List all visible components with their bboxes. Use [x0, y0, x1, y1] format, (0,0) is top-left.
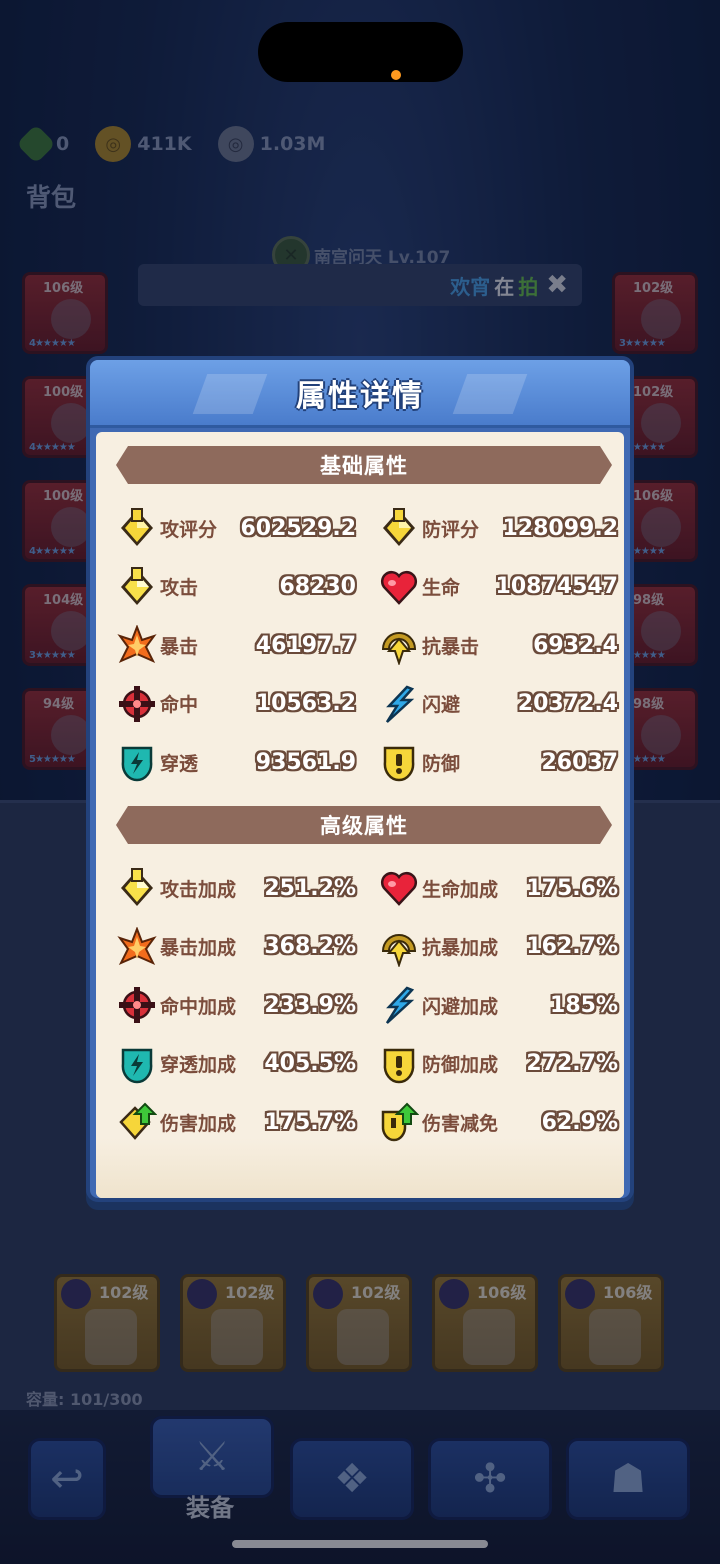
attack-icon [116, 867, 158, 909]
stat-name: 生命加成 [422, 878, 499, 901]
penetration-icon [116, 741, 158, 783]
stat-name: 攻击 [160, 577, 199, 599]
basic-attributes-title: 基础属性 [320, 454, 408, 478]
basic-stat-row: 闪避 20372.4 [378, 680, 618, 728]
stat-value: 405.5% [264, 1051, 356, 1076]
basic-stat-row: 抗暴击 6932.4 [378, 621, 618, 669]
stat-value: 368.2% [264, 934, 356, 959]
crit-resist-icon [378, 624, 420, 666]
basic-attributes-banner: 基础属性 [116, 446, 612, 484]
dodge-icon [378, 683, 420, 725]
basic-stat-row: 防评分 128099.2 [378, 504, 618, 552]
stat-value: 93561.9 [255, 749, 356, 775]
stat-name: 穿透 [160, 752, 199, 775]
advanced-stat-row: 抗暴加成 162.7% [378, 923, 618, 971]
stat-name: 抗暴加成 [422, 937, 499, 959]
advanced-stat-row: 命中加成 233.9% [116, 981, 356, 1029]
stat-value: 62.9% [541, 1109, 618, 1135]
header-decoration [192, 374, 268, 414]
heart-icon [378, 867, 420, 909]
stat-name: 暴击 [160, 635, 199, 658]
stat-value: 251.2% [264, 875, 356, 901]
modal-header: 属性详情 [90, 360, 630, 428]
stat-name: 暴击加成 [160, 937, 237, 959]
stat-name: 防评分 [422, 518, 480, 541]
stat-value: 128099.2 [502, 515, 618, 541]
stat-value: 185% [550, 992, 618, 1018]
stat-name: 闪避加成 [422, 995, 499, 1018]
stat-value: 175.6% [526, 875, 618, 901]
stat-value: 272.7% [526, 1051, 618, 1076]
stat-name: 抗暴击 [422, 635, 480, 658]
stat-name: 穿透加成 [160, 1054, 237, 1076]
advanced-stat-row: 防御加成 272.7% [378, 1040, 618, 1088]
basic-stat-row: 攻击 68230 [116, 563, 356, 611]
crit-icon [116, 624, 158, 666]
basic-stat-row: 命中 10563.2 [116, 680, 356, 728]
attribute-details-modal: 属性详情 基础属性 攻评分 602529.2 防评分 128099.2 攻击 68230 生… [86, 356, 634, 1202]
advanced-attributes-title: 高级属性 [320, 814, 408, 838]
penetration-icon [116, 1043, 158, 1085]
heart-icon [378, 566, 420, 608]
attack-icon [116, 566, 158, 608]
hit-icon [116, 683, 158, 725]
modal-title: 属性详情 [296, 378, 424, 414]
dynamic-island [258, 22, 463, 82]
stat-value: 68230 [279, 574, 356, 599]
defense-icon [378, 741, 420, 783]
stat-name: 命中 [160, 694, 199, 716]
basic-stat-row: 穿透 93561.9 [116, 738, 356, 786]
modal-body: 基础属性 攻评分 602529.2 防评分 128099.2 攻击 68230 生命 1087… [96, 432, 624, 1198]
stat-value: 162.7% [526, 934, 618, 959]
stat-name: 攻击加成 [160, 878, 237, 901]
stat-value: 10874547 [495, 574, 618, 599]
stat-name: 命中加成 [160, 995, 237, 1018]
stat-value: 46197.7 [255, 632, 356, 658]
advanced-attributes-banner: 高级属性 [116, 806, 612, 844]
stat-name: 防御 [422, 752, 461, 775]
basic-stat-row: 暴击 46197.7 [116, 621, 356, 669]
stat-value: 175.7% [264, 1109, 356, 1135]
damage-reduction-icon [378, 1101, 420, 1143]
advanced-stat-row: 闪避加成 185% [378, 981, 618, 1029]
stat-value: 20372.4 [517, 691, 618, 716]
basic-stat-row: 防御 26037 [378, 738, 618, 786]
stat-name: 伤害加成 [160, 1112, 237, 1135]
header-decoration [452, 374, 528, 414]
body-footer-decoration [96, 1138, 624, 1198]
damage-bonus-icon [116, 1101, 158, 1143]
attack-score-icon [116, 507, 158, 549]
crit-resist-icon [378, 926, 420, 968]
advanced-stat-row: 攻击加成 251.2% [116, 864, 356, 912]
stat-value: 602529.2 [240, 515, 356, 541]
defense-score-icon [378, 507, 420, 549]
stat-value: 6932.4 [533, 632, 618, 658]
stat-name: 攻评分 [160, 518, 218, 541]
stat-value: 26037 [541, 749, 618, 775]
stat-name: 防御加成 [422, 1054, 499, 1076]
stat-name: 生命 [422, 577, 461, 599]
hit-icon [116, 984, 158, 1026]
advanced-stat-row: 穿透加成 405.5% [116, 1040, 356, 1088]
dodge-icon [378, 984, 420, 1026]
crit-icon [116, 926, 158, 968]
stat-name: 伤害减免 [422, 1112, 499, 1135]
advanced-stat-row: 暴击加成 368.2% [116, 923, 356, 971]
stat-value: 233.9% [264, 992, 356, 1018]
advanced-stat-row: 生命加成 175.6% [378, 864, 618, 912]
stat-value: 10563.2 [255, 691, 356, 716]
basic-stat-row: 攻评分 602529.2 [116, 504, 356, 552]
basic-stat-row: 生命 10874547 [378, 563, 618, 611]
defense-icon [378, 1043, 420, 1085]
stat-name: 闪避 [422, 694, 461, 716]
